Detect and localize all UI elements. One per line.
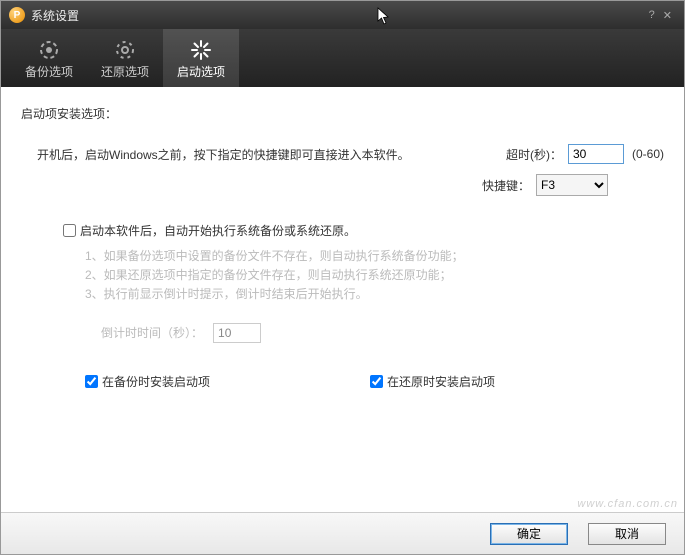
window-title: 系统设置 <box>31 7 645 24</box>
cancel-button[interactable]: 取消 <box>588 523 666 545</box>
timeout-range-hint: (0-60) <box>632 147 664 161</box>
hint-3: 3、执行前显示倒计时提示，倒计时结束后开始执行。 <box>85 285 664 304</box>
footer: 确定 取消 <box>1 512 684 554</box>
ok-button[interactable]: 确定 <box>490 523 568 545</box>
auto-exec-checkbox[interactable] <box>63 224 76 237</box>
timeout-input[interactable] <box>568 144 624 164</box>
restore-icon <box>113 37 137 63</box>
hint-2: 2、如果还原选项中指定的备份文件存在，则自动执行系统还原功能； <box>85 266 664 285</box>
hotkey-select[interactable]: F3 <box>536 174 608 196</box>
auto-exec-row: 启动本软件后，自动开始执行系统备份或系统还原。 <box>21 222 664 239</box>
app-logo-icon: P <box>9 7 25 23</box>
section-title: 启动项安装选项： <box>21 105 664 122</box>
content-pane: 启动项安装选项： 开机后，启动Windows之前，按下指定的快捷键即可直接进入本… <box>1 87 684 512</box>
install-on-restore-text: 在还原时安装启动项 <box>387 373 495 390</box>
tab-restore-label: 还原选项 <box>101 63 149 80</box>
backup-icon <box>37 37 61 63</box>
timeout-label: 超时(秒)： <box>506 146 562 163</box>
watermark: www.cfan.com.cn <box>577 498 678 510</box>
install-on-backup-text: 在备份时安装启动项 <box>102 373 210 390</box>
tab-backup[interactable]: 备份选项 <box>11 29 87 87</box>
startup-icon <box>189 37 213 63</box>
tab-bar: 备份选项 还原选项 启动选项 <box>1 29 684 87</box>
tab-startup-label: 启动选项 <box>177 63 225 80</box>
tab-startup[interactable]: 启动选项 <box>163 29 239 87</box>
hint-1: 1、如果备份选项中设置的备份文件不存在，则自动执行系统备份功能； <box>85 247 664 266</box>
tab-backup-label: 备份选项 <box>25 63 73 80</box>
hints-block: 1、如果备份选项中设置的备份文件不存在，则自动执行系统备份功能； 2、如果还原选… <box>21 247 664 305</box>
countdown-label: 倒计时时间（秒）： <box>101 324 203 341</box>
help-button[interactable]: ? <box>645 9 659 21</box>
close-button[interactable]: ✕ <box>659 9 676 22</box>
hotkey-row: 快捷键： F3 <box>21 174 664 196</box>
titlebar: P 系统设置 ? ✕ <box>1 1 684 29</box>
auto-exec-text: 启动本软件后，自动开始执行系统备份或系统还原。 <box>80 222 356 239</box>
countdown-row: 倒计时时间（秒）： <box>21 323 664 343</box>
countdown-input[interactable] <box>213 323 261 343</box>
install-on-backup-checkbox[interactable] <box>85 375 98 388</box>
tab-restore[interactable]: 还原选项 <box>87 29 163 87</box>
hotkey-label: 快捷键： <box>482 177 530 194</box>
install-on-restore-checkbox[interactable] <box>370 375 383 388</box>
install-on-backup-label[interactable]: 在备份时安装启动项 <box>85 373 210 390</box>
timeout-row: 开机后，启动Windows之前，按下指定的快捷键即可直接进入本软件。 超时(秒)… <box>21 144 664 164</box>
startup-description: 开机后，启动Windows之前，按下指定的快捷键即可直接进入本软件。 <box>37 146 506 163</box>
install-on-restore-label[interactable]: 在还原时安装启动项 <box>370 373 495 390</box>
auto-exec-label[interactable]: 启动本软件后，自动开始执行系统备份或系统还原。 <box>63 222 664 239</box>
install-options-row: 在备份时安装启动项 在还原时安装启动项 <box>21 373 664 390</box>
